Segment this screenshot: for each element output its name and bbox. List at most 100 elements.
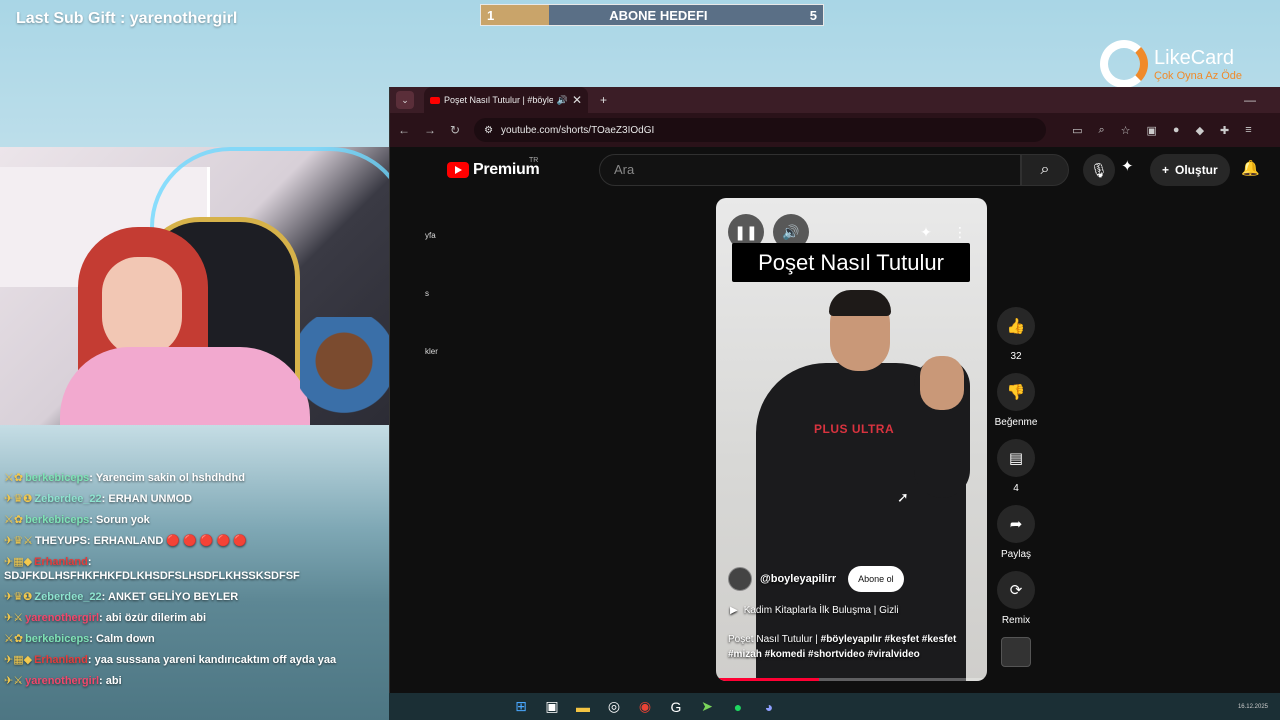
chrome-icon[interactable]: ◉ bbox=[635, 697, 655, 717]
youtube-favicon-icon bbox=[430, 96, 440, 104]
windows-icon[interactable]: ⊞ bbox=[511, 697, 531, 717]
spotify-icon[interactable]: ● bbox=[728, 697, 748, 717]
reload-icon[interactable]: ↻ bbox=[450, 123, 460, 137]
microphone-icon[interactable]: 🎙 bbox=[1083, 154, 1115, 186]
chat-message: ✈⚔ yarenothergirl: abi bbox=[4, 674, 384, 688]
translate-icon[interactable]: ▣ bbox=[1147, 124, 1157, 137]
last-sub-gift: Last Sub Gift : yarenothergirl bbox=[16, 10, 238, 27]
chat-badges-icon: ⚔✿ bbox=[4, 472, 24, 484]
g-app-icon[interactable]: G bbox=[666, 697, 686, 717]
share-icon[interactable]: ➦ bbox=[997, 505, 1035, 543]
extension-icon[interactable]: ● bbox=[1173, 124, 1180, 137]
channel-avatar[interactable] bbox=[728, 567, 752, 591]
chat-separator: : bbox=[86, 535, 91, 547]
chat-text: ERHAN UNMOD bbox=[108, 493, 193, 505]
shorts-video-player[interactable]: PLUS ULTRA ❚❚ 🔊 ✦ ⋮ Poşet Nasıl Tutulur … bbox=[716, 198, 987, 681]
chat-username[interactable]: Erhanland bbox=[34, 654, 88, 666]
sidebar-fragment[interactable]: yfa bbox=[425, 231, 436, 240]
tab-youtube-short[interactable]: Poşet Nasıl Tutulur | #böyleyapılır 🔊 ✕ bbox=[424, 87, 588, 113]
chat-username[interactable]: Erhanland bbox=[34, 556, 88, 568]
plus-icon: + bbox=[1162, 163, 1170, 177]
create-button[interactable]: + Oluştur bbox=[1150, 154, 1230, 186]
share-action[interactable]: ➦ Paylaş bbox=[997, 505, 1035, 560]
goal-current: 1 bbox=[487, 7, 495, 23]
thumbs-down-icon[interactable]: 👎 bbox=[997, 373, 1035, 411]
obs-icon[interactable]: ◎ bbox=[604, 697, 624, 717]
puzzle-extensions-icon[interactable]: ✚ bbox=[1220, 124, 1229, 137]
url-input[interactable]: ⚙ youtube.com/shorts/TOaeZ3IOdGI bbox=[474, 118, 1047, 142]
search-input[interactable]: Ara bbox=[599, 154, 1021, 186]
chat-username[interactable]: Zeberdee_22 bbox=[34, 493, 101, 505]
channel-name[interactable]: @boyleyapilirr bbox=[760, 573, 836, 585]
site-info-icon[interactable]: ⚙ bbox=[484, 125, 493, 136]
chat-username[interactable]: berkebiceps bbox=[25, 472, 89, 484]
like-action[interactable]: 👍 32 bbox=[997, 307, 1035, 362]
chat-message-list: ⚔✿ berkebiceps: Yarencim sakin ol hshdhdh… bbox=[4, 471, 384, 695]
speaker-icon[interactable]: 🔊 bbox=[557, 95, 568, 106]
search-icon[interactable]: ⌕ bbox=[1021, 154, 1069, 186]
sponsor-name: LikeCard bbox=[1154, 46, 1235, 69]
chat-username[interactable]: THEYUPS bbox=[35, 535, 87, 547]
remix-icon[interactable]: ⟳ bbox=[997, 571, 1035, 609]
share-label: Paylaş bbox=[1000, 549, 1031, 560]
comments-action[interactable]: ▤ 4 bbox=[997, 439, 1035, 494]
notifications-bell-icon[interactable]: 🔔 bbox=[1241, 159, 1260, 177]
close-icon[interactable]: ✕ bbox=[572, 93, 582, 107]
chat-text: SDJFKDLHSFHKFHKFDLKHSDFSLHSDFLKHSSKSDFSF bbox=[4, 570, 300, 582]
taskbar-icons: ⊞ ▣ ▬ ◎ ◉ G ➤ ● ◕ bbox=[511, 697, 779, 717]
reading-list-icon[interactable]: ≡ bbox=[1245, 124, 1251, 137]
chat-badges-icon: ✈⚔ bbox=[4, 612, 24, 624]
sidebar-fragment[interactable]: kler bbox=[425, 347, 438, 356]
description-title: Poşet Nasıl Tutulur | bbox=[728, 634, 821, 645]
minimize-icon[interactable]: — bbox=[1244, 93, 1256, 107]
zoom-icon[interactable]: ⌕ bbox=[1098, 124, 1104, 137]
chat-message: ⚔✿ berkebiceps: Calm down bbox=[4, 632, 384, 646]
shorts-actions: 👍 32 👎 Beğenme ▤ 4 ➦ Paylaş ⟳ Remix bbox=[990, 307, 1042, 667]
video-progress-fill bbox=[716, 678, 819, 681]
file-explorer-icon[interactable]: ▬ bbox=[573, 697, 593, 717]
remix-label: Remix bbox=[1001, 615, 1031, 626]
arrow-app-icon[interactable]: ➤ bbox=[697, 697, 717, 717]
chat-username[interactable]: berkebiceps bbox=[25, 633, 89, 645]
create-spark-icon[interactable]: ✦ bbox=[1121, 157, 1134, 175]
forward-icon[interactable]: → bbox=[424, 123, 436, 137]
chat-username[interactable]: Zeberdee_22 bbox=[34, 591, 101, 603]
tab-bar: ⌄ Poşet Nasıl Tutulur | #böyleyapılır 🔊 … bbox=[390, 87, 1280, 113]
thumbs-up-icon[interactable]: 👍 bbox=[997, 307, 1035, 345]
video-progress-bar[interactable] bbox=[716, 678, 987, 681]
comment-icon[interactable]: ▤ bbox=[997, 439, 1035, 477]
chat-username[interactable]: yarenothergirl bbox=[25, 675, 99, 687]
youtube-logo[interactable]: Premium bbox=[447, 161, 540, 179]
streamer-face bbox=[102, 257, 182, 357]
dislike-action[interactable]: 👎 Beğenme bbox=[995, 373, 1037, 428]
channel-info: @boyleyapilirr Abone ol bbox=[728, 566, 904, 592]
taskbar-date: 16.12.2025 bbox=[1237, 703, 1268, 710]
chat-text: abi bbox=[105, 675, 122, 687]
subscribe-button[interactable]: Abone ol bbox=[848, 566, 904, 592]
chat-username[interactable]: berkebiceps bbox=[25, 514, 89, 526]
install-app-icon[interactable]: ▭ bbox=[1072, 124, 1082, 137]
chat-username[interactable]: yarenothergirl bbox=[25, 612, 99, 624]
sponsor-slogan: Çok Oyna Az Öde bbox=[1154, 69, 1243, 82]
remix-action[interactable]: ⟳ Remix bbox=[997, 571, 1035, 626]
chat-badges-icon: ✈▦◆ bbox=[4, 654, 33, 666]
audio-thumbnail[interactable] bbox=[1001, 637, 1031, 667]
chat-text: yaa sussana yareni kandırıcaktım off ayd… bbox=[94, 654, 337, 666]
tab-search-button[interactable]: ⌄ bbox=[396, 91, 414, 109]
like-count: 32 bbox=[1010, 351, 1022, 362]
back-icon[interactable]: ← bbox=[398, 123, 410, 137]
chat-badges-icon: ✈♛❶ bbox=[4, 591, 33, 603]
new-tab-icon[interactable]: + bbox=[600, 93, 607, 107]
bookmark-star-icon[interactable]: ☆ bbox=[1121, 124, 1131, 137]
playlist-link[interactable]: ▶ Kadim Kitaplarla İlk Buluşma | Gizli bbox=[730, 605, 899, 616]
region-code: TR bbox=[529, 157, 539, 164]
chat-separator: : bbox=[99, 612, 103, 624]
chat-separator: : bbox=[87, 654, 92, 666]
task-view-icon[interactable]: ▣ bbox=[542, 697, 562, 717]
chat-badges-icon: ✈⚔ bbox=[4, 675, 24, 687]
snapchat-extension-icon[interactable]: ◆ bbox=[1196, 124, 1204, 137]
chat-separator: : bbox=[89, 472, 93, 484]
sidebar-fragment[interactable]: s bbox=[425, 289, 429, 298]
video-person-hand bbox=[920, 356, 964, 410]
discord-icon[interactable]: ◕ bbox=[759, 697, 779, 717]
